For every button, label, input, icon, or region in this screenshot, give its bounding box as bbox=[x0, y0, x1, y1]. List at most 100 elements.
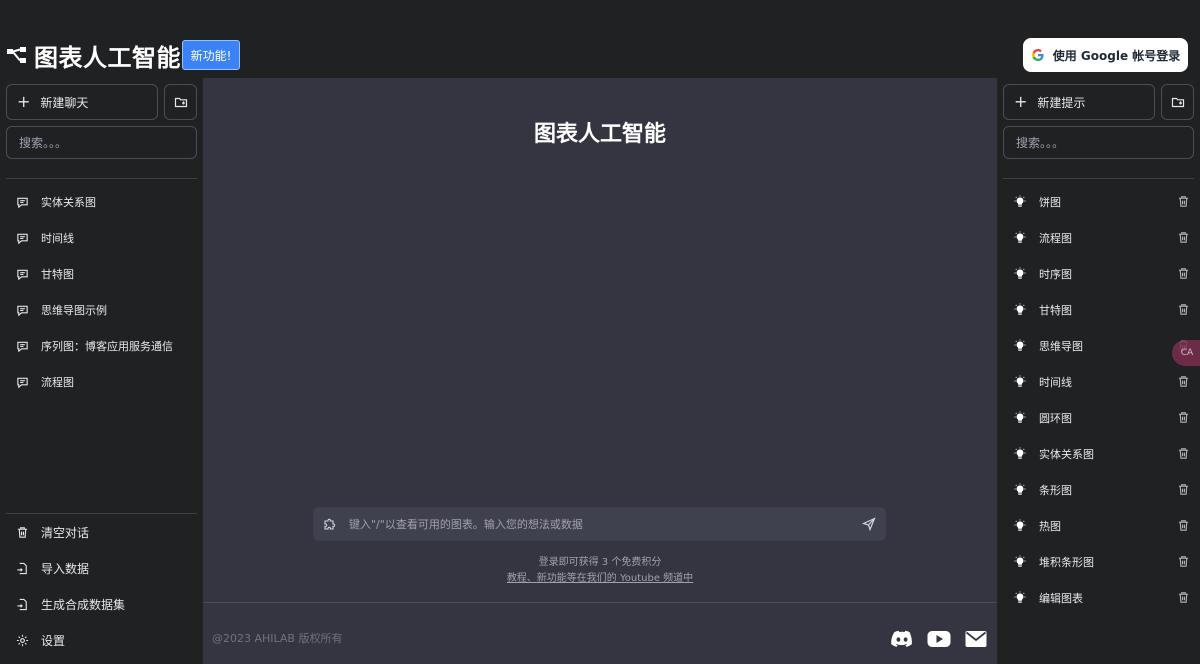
trash-icon[interactable] bbox=[1177, 267, 1190, 280]
conversation-list: 实体关系图 时间线 甘特图 思维导图示例 序列图：博客应用服务通信 流程图 bbox=[6, 184, 197, 400]
trash-icon[interactable] bbox=[1177, 375, 1190, 388]
prompt-item[interactable]: 思维导图 bbox=[1003, 328, 1194, 364]
prompt-label: 流程图 bbox=[1039, 232, 1072, 245]
tutorial-link[interactable]: 教程、新功能等在我们的 Youtube 频道中 bbox=[203, 569, 997, 584]
conversation-label: 时间线 bbox=[41, 232, 74, 245]
trash-icon[interactable] bbox=[1177, 195, 1190, 208]
email-icon[interactable] bbox=[965, 630, 987, 648]
conversation-item[interactable]: 甘特图 bbox=[6, 256, 197, 292]
lightbulb-icon bbox=[1014, 231, 1026, 243]
new-chat-label: 新建聊天 bbox=[40, 95, 89, 110]
file-import-icon bbox=[17, 562, 27, 574]
right-sidebar: + 新建提示 搜索。。。 饼图 流程图 时序图 甘特图 思维导图 时间线 圆环图… bbox=[997, 78, 1200, 664]
left-sidebar: + 新建聊天 搜索。。。 实体关系图 时间线 甘特图 思维导图示例 序列图：博客… bbox=[0, 78, 203, 664]
prompt-search-input[interactable]: 搜索。。。 bbox=[1003, 126, 1194, 159]
conversation-label: 序列图：博客应用服务通信 bbox=[41, 340, 173, 353]
trash-icon[interactable] bbox=[1177, 303, 1190, 316]
new-prompt-label: 新建提示 bbox=[1037, 95, 1086, 110]
prompt-label: 思维导图 bbox=[1039, 340, 1083, 353]
social-links bbox=[891, 630, 987, 648]
trash-icon[interactable] bbox=[1177, 483, 1190, 496]
prompt-label: 堆积条形图 bbox=[1039, 556, 1094, 569]
lightbulb-icon bbox=[1014, 555, 1026, 567]
trash-icon[interactable] bbox=[1177, 591, 1190, 604]
prompt-list: 饼图 流程图 时序图 甘特图 思维导图 时间线 圆环图 实体关系图 条形图 热图… bbox=[1003, 184, 1194, 616]
prompt-item[interactable]: 流程图 bbox=[1003, 220, 1194, 256]
chat-bubble-icon bbox=[17, 377, 28, 388]
prompt-item[interactable]: 时间线 bbox=[1003, 364, 1194, 400]
lightbulb-icon bbox=[1014, 267, 1026, 279]
new-prompt-button[interactable]: + 新建提示 bbox=[1003, 84, 1155, 120]
main-title: 图表人工智能 bbox=[533, 122, 666, 147]
lightbulb-icon bbox=[1014, 411, 1026, 423]
prompt-item[interactable]: 条形图 bbox=[1003, 472, 1194, 508]
trash-icon[interactable] bbox=[1177, 411, 1190, 424]
trash-icon[interactable] bbox=[1177, 231, 1190, 244]
chat-bubble-icon bbox=[17, 197, 28, 208]
action-label: 生成合成数据集 bbox=[41, 597, 126, 612]
chat-bubble-icon bbox=[17, 305, 28, 316]
chat-input-container bbox=[313, 507, 886, 541]
discord-icon[interactable] bbox=[891, 630, 913, 648]
chat-search-input[interactable]: 搜索。。。 bbox=[6, 126, 197, 159]
conversation-item[interactable]: 思维导图示例 bbox=[6, 292, 197, 328]
plus-icon: + bbox=[1014, 92, 1028, 111]
conversation-label: 思维导图示例 bbox=[41, 304, 107, 317]
prompt-item[interactable]: 圆环图 bbox=[1003, 400, 1194, 436]
youtube-icon[interactable] bbox=[927, 630, 951, 648]
trash-icon[interactable] bbox=[1177, 555, 1190, 568]
google-icon bbox=[1031, 49, 1044, 61]
prompt-item[interactable]: 甘特图 bbox=[1003, 292, 1194, 328]
clear-conversations-button[interactable]: 清空对话 bbox=[6, 514, 197, 550]
conversation-item[interactable]: 时间线 bbox=[6, 220, 197, 256]
conversation-item[interactable]: 序列图：博客应用服务通信 bbox=[6, 328, 197, 364]
prompt-label: 圆环图 bbox=[1039, 412, 1072, 425]
prompt-item[interactable]: 实体关系图 bbox=[1003, 436, 1194, 472]
trash-icon[interactable] bbox=[1177, 447, 1190, 460]
sidebar-actions: 清空对话 导入数据 生成合成数据集 设置 bbox=[6, 514, 197, 658]
chat-main-area: 图表人工智能 登录即可获得 3 个免费积分 教程、新功能等在我们的 Youtub… bbox=[203, 78, 997, 602]
chat-bubble-icon bbox=[17, 269, 28, 280]
conversation-label: 实体关系图 bbox=[41, 196, 96, 209]
import-data-button[interactable]: 导入数据 bbox=[6, 550, 197, 586]
prompt-item[interactable]: 热图 bbox=[1003, 508, 1194, 544]
new-prompt-folder-button[interactable] bbox=[1161, 84, 1194, 120]
copyright-text: @2023 AHILAB 版权所有 bbox=[212, 632, 343, 645]
app-logo-icon bbox=[7, 47, 26, 63]
conversation-label: 甘特图 bbox=[41, 268, 74, 281]
new-feature-button[interactable]: 新功能! bbox=[182, 40, 240, 70]
lightbulb-icon bbox=[1014, 339, 1026, 351]
prompt-label: 甘特图 bbox=[1039, 304, 1072, 317]
send-icon[interactable] bbox=[862, 517, 876, 531]
google-login-button[interactable]: 使用 Google 帐号登录 bbox=[1023, 38, 1188, 72]
conversation-item[interactable]: 实体关系图 bbox=[6, 184, 197, 220]
file-import-icon bbox=[17, 598, 27, 610]
trash-icon[interactable] bbox=[1177, 519, 1190, 532]
chat-bubble-icon bbox=[17, 233, 28, 244]
action-label: 导入数据 bbox=[41, 561, 90, 576]
google-login-label: 使用 Google 帐号登录 bbox=[1052, 48, 1181, 63]
puzzle-icon[interactable] bbox=[323, 517, 337, 531]
settings-button[interactable]: 设置 bbox=[6, 622, 197, 658]
prompt-item[interactable]: 堆积条形图 bbox=[1003, 544, 1194, 580]
folder-plus-icon bbox=[1171, 97, 1184, 108]
lightbulb-icon bbox=[1014, 483, 1026, 495]
chat-message-input[interactable] bbox=[347, 516, 852, 532]
brand: 图表人工智能 bbox=[6, 38, 181, 72]
prompt-label: 条形图 bbox=[1039, 484, 1072, 497]
translate-bubble[interactable]: CA bbox=[1172, 340, 1200, 366]
prompt-label: 时序图 bbox=[1039, 268, 1072, 281]
prompt-item[interactable]: 饼图 bbox=[1003, 184, 1194, 220]
new-chat-button[interactable]: + 新建聊天 bbox=[6, 84, 158, 120]
prompt-item[interactable]: 编辑图表 bbox=[1003, 580, 1194, 616]
footer: @2023 AHILAB 版权所有 bbox=[203, 602, 997, 664]
new-folder-button[interactable] bbox=[164, 84, 197, 120]
prompt-item[interactable]: 时序图 bbox=[1003, 256, 1194, 292]
credits-note: 登录即可获得 3 个免费积分 bbox=[538, 557, 662, 568]
conversation-item[interactable]: 流程图 bbox=[6, 364, 197, 400]
gear-icon bbox=[16, 634, 29, 646]
generate-dataset-button[interactable]: 生成合成数据集 bbox=[6, 586, 197, 622]
lightbulb-icon bbox=[1014, 375, 1026, 387]
app-title: 图表人工智能 bbox=[34, 43, 181, 72]
action-label: 清空对话 bbox=[41, 525, 90, 540]
